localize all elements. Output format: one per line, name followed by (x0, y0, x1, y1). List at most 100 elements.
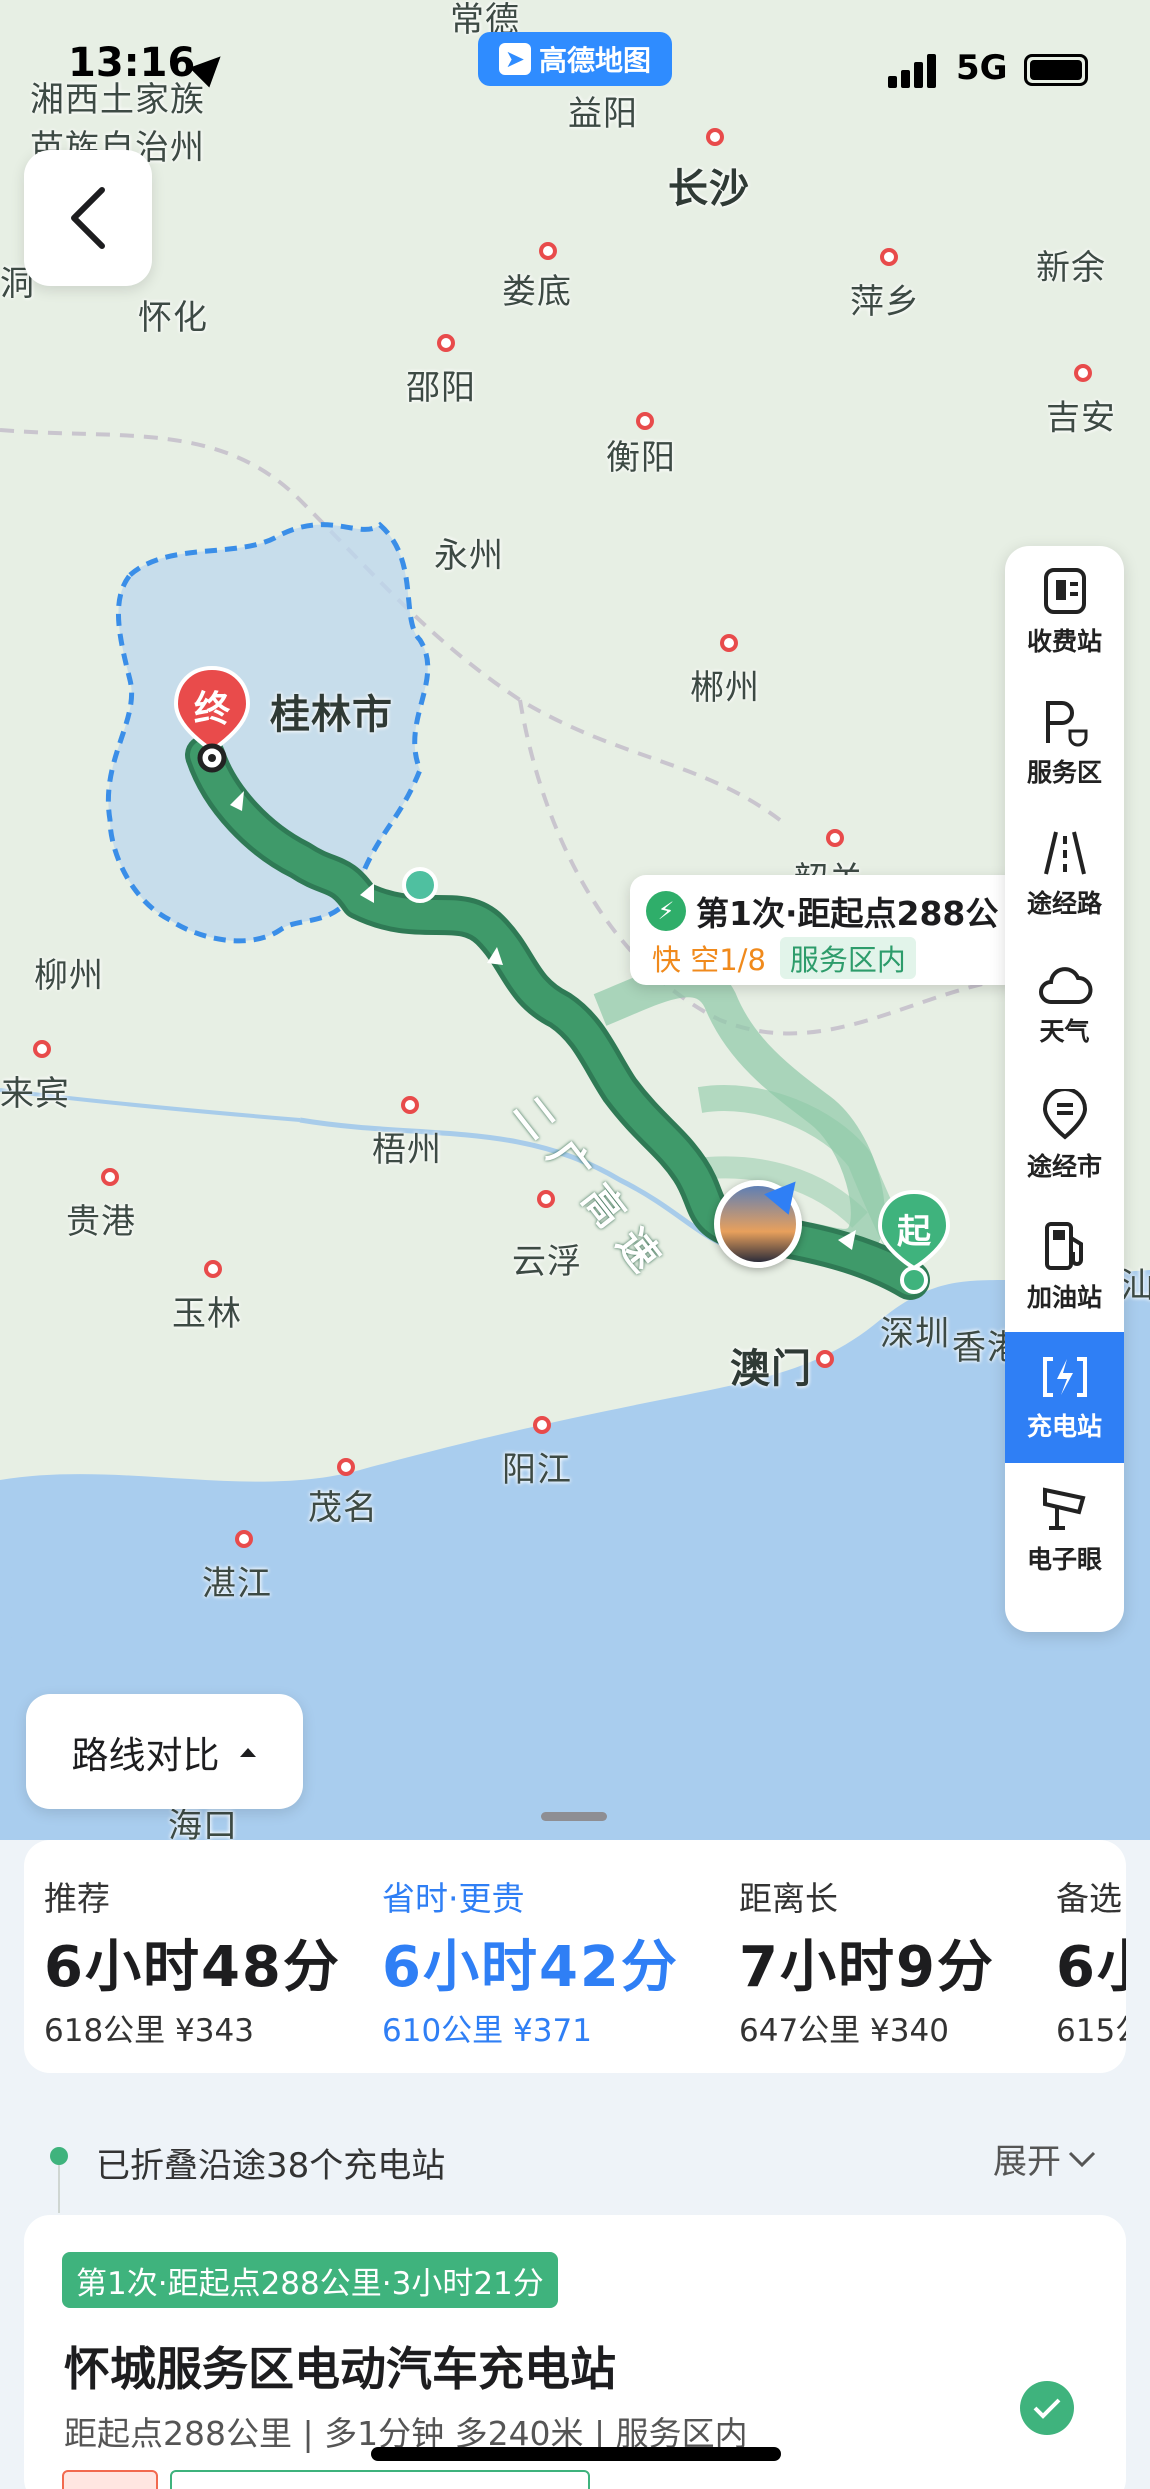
network-type: 5G (956, 48, 1008, 88)
route-meta: 618公里 ¥343 (44, 2013, 254, 2049)
city-label: 湛江 (202, 1564, 272, 1604)
toolbar-route-road[interactable]: 途经路 (1005, 808, 1124, 939)
toolbar-label: 电子眼 (1026, 1544, 1102, 1574)
route-option-faster[interactable]: 省时·更贵 6小时42分 610公里 ¥371 (382, 1840, 732, 2073)
station-fast-tag (62, 2470, 158, 2489)
city-dot (720, 634, 738, 652)
route-meta: 615公 (1056, 2013, 1126, 2049)
folded-stations-text: 已折叠沿途38个充电站 (96, 2146, 446, 2186)
station-selected-check[interactable] (1020, 2381, 1074, 2435)
route-meta: 647公里 ¥340 (739, 2013, 949, 2049)
amap-logo-icon: ➤ (498, 43, 531, 75)
route-tag: 推荐 (44, 1879, 110, 1918)
expand-label: 展开 (993, 2142, 1061, 2182)
chevron-down-icon (1068, 2151, 1096, 2167)
start-marker-label: 起 (897, 1212, 931, 1252)
city-dot (880, 248, 898, 266)
city-label: 梧州 (372, 1130, 442, 1170)
toolbar-gas-station[interactable]: 加油站 (1005, 1201, 1124, 1332)
status-time: 13:16 (68, 40, 196, 86)
city-label: 贵港 (66, 1202, 136, 1242)
city-label: 新余 (1036, 248, 1106, 288)
end-marker-label: 终 (193, 689, 230, 730)
route-option-recommended[interactable]: 推荐 6小时48分 618公里 ¥343 (44, 1840, 384, 2073)
city-label: 娄底 (502, 272, 572, 312)
toolbar-weather[interactable]: 天气 (1005, 939, 1124, 1070)
map-toolbar: 收费站 服务区 途经路 天气 途经市 加油站 充电站 电子眼 (1005, 546, 1124, 1632)
service-area-icon (1045, 700, 1087, 746)
callout-location-tag: 服务区内 (779, 937, 916, 979)
toolbar-service-area[interactable]: 服务区 (1005, 677, 1124, 808)
city-label: 来宾 (0, 1074, 70, 1114)
toolbar-city[interactable]: 途经市 (1005, 1070, 1124, 1201)
callout-details: 快 空1/8 服务区内 (652, 937, 916, 979)
toolbar-toll-station[interactable]: 收费站 (1005, 546, 1124, 677)
toolbar-label: 充电站 (1026, 1411, 1102, 1441)
toolbar-label: 收费站 (1026, 626, 1102, 656)
route-road-icon (1043, 831, 1086, 874)
city-label: 萍乡 (850, 282, 920, 322)
check-icon (1033, 2398, 1061, 2419)
city-dot (401, 1096, 419, 1114)
route-meta: 610公里 ¥371 (382, 2013, 592, 2049)
city-dot (204, 1260, 222, 1278)
end-marker[interactable]: 终 (172, 664, 252, 774)
city-dot (33, 1040, 51, 1058)
route-option-alternate[interactable]: 备选 6小 615公 (1056, 1840, 1126, 2073)
city-dot (539, 242, 557, 260)
start-marker[interactable]: 起 (876, 1188, 952, 1298)
city-dot (537, 1190, 555, 1208)
toolbar-label: 服务区 (1026, 757, 1102, 787)
city-dot (235, 1530, 253, 1548)
home-indicator[interactable] (371, 2447, 781, 2461)
city-label: 吉安 (1046, 398, 1116, 438)
callout-title-row: ⚡ 第1次·距起点288公 (646, 887, 998, 935)
toolbar-label: 途经市 (1026, 1151, 1102, 1181)
city-label: 永州 (434, 536, 504, 576)
gas-station-icon (1044, 1221, 1083, 1270)
battery-icon (1024, 54, 1088, 86)
amap-badge[interactable]: ➤ 高德地图 (478, 32, 672, 86)
caret-up-icon (239, 1747, 256, 1757)
toolbar-label: 途经路 (1026, 888, 1102, 918)
city-label: 怀化 (138, 298, 208, 338)
charging-station-icon (1042, 1356, 1087, 1397)
station-tags (62, 2470, 590, 2489)
chevron-left-icon (71, 187, 105, 249)
city-label: 茂名 (308, 1488, 378, 1528)
city-label: 澳门 (730, 1346, 812, 1392)
city-dot (337, 1458, 355, 1476)
route-options: 推荐 6小时48分 618公里 ¥343 省时·更贵 6小时42分 610公里 … (24, 1840, 1126, 2073)
route-tag: 距离长 (739, 1879, 838, 1918)
station-name: 怀城服务区电动汽车充电站 (64, 2342, 616, 2396)
weather-icon (1038, 966, 1092, 1004)
city-label: 衡阳 (606, 438, 676, 478)
back-button[interactable] (24, 150, 152, 286)
route-option-longer[interactable]: 距离长 7小时9分 647公里 ¥340 (739, 1840, 1069, 2073)
sheet-drag-handle[interactable] (541, 1812, 607, 1821)
city-label: 邵阳 (406, 368, 476, 408)
toll-station-icon (1043, 567, 1086, 614)
callout-fast-availability: 快 空1/8 (652, 943, 766, 977)
city-dot (1074, 364, 1092, 382)
city-icon (1042, 1088, 1087, 1140)
toolbar-camera[interactable]: 电子眼 (1005, 1463, 1124, 1594)
city-dot (816, 1350, 834, 1368)
city-label: 云浮 (512, 1242, 582, 1282)
route-duration: 7小时9分 (739, 1935, 995, 2000)
city-label: 玉林 (172, 1294, 242, 1334)
city-dot (706, 128, 724, 146)
signal-icon (888, 52, 944, 88)
charging-callout[interactable]: ⚡ 第1次·距起点288公 快 空1/8 服务区内 (630, 875, 1020, 985)
toolbar-charging-station[interactable]: 充电站 (1005, 1332, 1124, 1463)
folded-timeline (58, 2165, 60, 2213)
expand-button[interactable]: 展开 (993, 2134, 1097, 2183)
city-dot (826, 829, 844, 847)
toolbar-label: 加油站 (1026, 1282, 1102, 1312)
amap-badge-label: 高德地图 (538, 44, 651, 77)
route-compare-button[interactable]: 路线对比 (26, 1694, 303, 1809)
city-label: 益阳 (568, 94, 638, 134)
city-dot (636, 412, 654, 430)
city-label: 长沙 (668, 166, 750, 212)
city-dot (533, 1416, 551, 1434)
